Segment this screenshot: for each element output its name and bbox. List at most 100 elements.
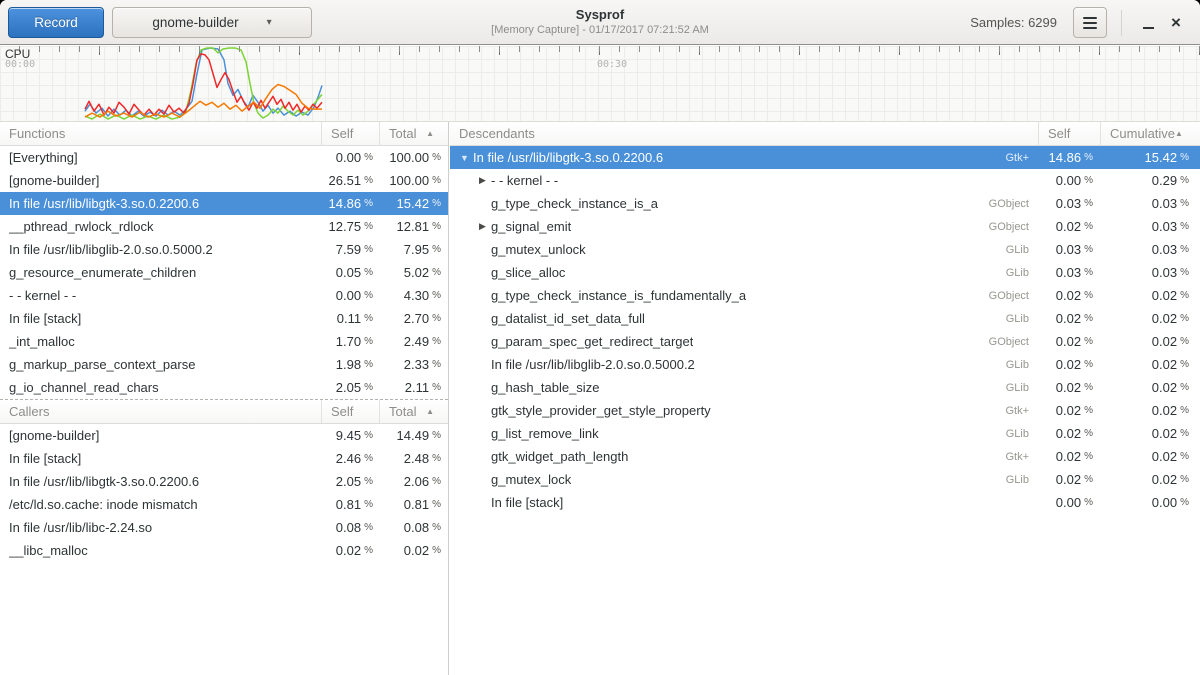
table-row[interactable]: [Everything] 0.00% 100.00% — [0, 146, 448, 169]
column-header-descendants[interactable]: Descendants — [450, 122, 1038, 145]
column-header-cumulative[interactable]: Cumulative ▲ — [1100, 122, 1200, 145]
tree-row[interactable]: ▼ In file /usr/lib/libgtk-3.so.0.2200.6 … — [450, 146, 1200, 169]
table-row[interactable]: In file /usr/lib/libgtk-3.so.0.2200.6 14… — [0, 192, 448, 215]
functions-pane: Functions Self Total ▲ [Everything] 0.00… — [0, 122, 449, 675]
column-header-callers[interactable]: Callers — [0, 400, 321, 423]
descendants-pane: Descendants Self Cumulative ▲ ▼ In file … — [450, 122, 1200, 675]
column-header-self[interactable]: Self — [1038, 122, 1100, 145]
tree-row[interactable]: gtk_style_provider_get_style_property Gt… — [450, 399, 1200, 422]
self-percent: 0.00% — [321, 146, 379, 169]
tree-row[interactable]: ▶ - - kernel - - 0.00% 0.29% — [450, 169, 1200, 192]
function-name: In file /usr/lib/libgtk-3.so.0.2200.6 — [9, 474, 199, 489]
tree-row[interactable]: g_list_remove_link GLib 0.02% 0.02% — [450, 422, 1200, 445]
table-row[interactable]: /etc/ld.so.cache: inode mismatch 0.81% 0… — [0, 493, 448, 516]
library-badge: GLib — [1006, 382, 1038, 394]
self-percent: 0.81% — [321, 493, 379, 516]
close-button[interactable]: × — [1162, 7, 1190, 38]
function-name: [gnome-builder] — [9, 173, 99, 188]
tree-row[interactable]: g_type_check_instance_is_fundamentally_a… — [450, 284, 1200, 307]
expander-icon[interactable]: ▶ — [474, 175, 491, 186]
table-row[interactable]: __libc_malloc 0.02% 0.02% — [0, 539, 448, 562]
self-percent: 0.02% — [1038, 215, 1100, 238]
self-percent: 0.02% — [1038, 353, 1100, 376]
column-header-total[interactable]: Total ▲ — [379, 122, 448, 145]
tree-row[interactable]: In file /usr/lib/libglib-2.0.so.0.5000.2… — [450, 353, 1200, 376]
table-row[interactable]: _int_malloc 1.70% 2.49% — [0, 330, 448, 353]
function-name: g_hash_table_size — [491, 380, 599, 395]
function-name: g_mutex_unlock — [491, 242, 586, 257]
tree-row[interactable]: g_datalist_id_set_data_full GLib 0.02% 0… — [450, 307, 1200, 330]
table-row[interactable]: In file /usr/lib/libglib-2.0.so.0.5000.2… — [0, 238, 448, 261]
menu-button[interactable] — [1073, 7, 1107, 38]
library-badge: GLib — [1006, 313, 1038, 325]
cumulative-percent: 0.02% — [1100, 353, 1200, 376]
column-header-self[interactable]: Self — [321, 400, 379, 423]
library-badge: GLib — [1006, 359, 1038, 371]
tree-row[interactable]: g_type_check_instance_is_a GObject 0.03%… — [450, 192, 1200, 215]
descendants-table-header: Descendants Self Cumulative ▲ — [450, 122, 1200, 146]
self-percent: 26.51% — [321, 169, 379, 192]
library-badge: GObject — [989, 221, 1038, 233]
table-row[interactable]: In file [stack] 2.46% 2.48% — [0, 447, 448, 470]
expander-icon[interactable]: ▼ — [456, 153, 473, 163]
tree-row[interactable]: gtk_widget_path_length Gtk+ 0.02% 0.02% — [450, 445, 1200, 468]
cumulative-percent: 0.03% — [1100, 192, 1200, 215]
cumulative-percent: 15.42% — [1100, 146, 1200, 169]
cumulative-percent: 0.02% — [1100, 330, 1200, 353]
library-badge: GLib — [1006, 267, 1038, 279]
cumulative-percent: 0.02% — [1100, 376, 1200, 399]
function-name: g_signal_emit — [491, 219, 571, 234]
cpu-usage-graph[interactable]: CPU 00:00 00:30 — [0, 46, 1200, 122]
table-row[interactable]: [gnome-builder] 9.45% 14.49% — [0, 424, 448, 447]
total-percent: 2.06% — [379, 470, 448, 493]
function-name: In file /usr/lib/libgtk-3.so.0.2200.6 — [473, 150, 663, 165]
tree-row[interactable]: g_mutex_lock GLib 0.02% 0.02% — [450, 468, 1200, 491]
self-percent: 0.03% — [1038, 261, 1100, 284]
cumulative-percent: 0.03% — [1100, 261, 1200, 284]
cpu-graph-lines — [0, 46, 1200, 122]
table-row[interactable]: g_io_channel_read_chars 2.05% 2.11% — [0, 376, 448, 399]
expander-icon[interactable]: ▶ — [474, 221, 491, 232]
header-separator — [1121, 10, 1122, 36]
tree-row[interactable]: g_slice_alloc GLib 0.03% 0.03% — [450, 261, 1200, 284]
function-name: g_param_spec_get_redirect_target — [491, 334, 693, 349]
table-row[interactable]: g_markup_parse_context_parse 1.98% 2.33% — [0, 353, 448, 376]
table-row[interactable]: __pthread_rwlock_rdlock 12.75% 12.81% — [0, 215, 448, 238]
process-selector-dropdown[interactable]: gnome-builder ▾ — [112, 7, 312, 38]
table-row[interactable]: - - kernel - - 0.00% 4.30% — [0, 284, 448, 307]
table-row[interactable]: g_resource_enumerate_children 0.05% 5.02… — [0, 261, 448, 284]
tree-row[interactable]: g_hash_table_size GLib 0.02% 0.02% — [450, 376, 1200, 399]
table-row[interactable]: [gnome-builder] 26.51% 100.00% — [0, 169, 448, 192]
close-icon: × — [1171, 14, 1181, 31]
function-name: - - kernel - - — [9, 288, 76, 303]
function-name: In file /usr/lib/libc-2.24.so — [9, 520, 152, 535]
record-button-label: Record — [34, 15, 78, 30]
self-percent: 0.00% — [1038, 491, 1100, 514]
function-name: In file [stack] — [491, 495, 563, 510]
table-row[interactable]: In file [stack] 0.11% 2.70% — [0, 307, 448, 330]
library-badge: Gtk+ — [1005, 451, 1038, 463]
total-percent: 0.81% — [379, 493, 448, 516]
column-header-functions[interactable]: Functions — [0, 122, 321, 145]
total-percent: 4.30% — [379, 284, 448, 307]
descendants-table-body: ▼ In file /usr/lib/libgtk-3.so.0.2200.6 … — [450, 146, 1200, 514]
self-percent: 2.05% — [321, 376, 379, 399]
table-row[interactable]: In file /usr/lib/libc-2.24.so 0.08% 0.08… — [0, 516, 448, 539]
total-percent: 100.00% — [379, 146, 448, 169]
self-percent: 0.00% — [1038, 169, 1100, 192]
tree-row[interactable]: ▶ g_signal_emit GObject 0.02% 0.03% — [450, 215, 1200, 238]
column-header-total[interactable]: Total ▲ — [379, 400, 448, 423]
self-percent: 2.05% — [321, 470, 379, 493]
tree-row[interactable]: g_param_spec_get_redirect_target GObject… — [450, 330, 1200, 353]
table-row[interactable]: In file /usr/lib/libgtk-3.so.0.2200.6 2.… — [0, 470, 448, 493]
library-badge: Gtk+ — [1005, 405, 1038, 417]
record-button[interactable]: Record — [8, 7, 104, 38]
function-name: __libc_malloc — [9, 543, 88, 558]
tree-row[interactable]: In file [stack] 0.00% 0.00% — [450, 491, 1200, 514]
column-header-self[interactable]: Self — [321, 122, 379, 145]
minimize-button[interactable] — [1134, 7, 1162, 38]
self-percent: 0.02% — [1038, 376, 1100, 399]
tree-row[interactable]: g_mutex_unlock GLib 0.03% 0.03% — [450, 238, 1200, 261]
cpu-line-cpu2 — [85, 54, 322, 115]
minimize-icon — [1143, 27, 1154, 29]
